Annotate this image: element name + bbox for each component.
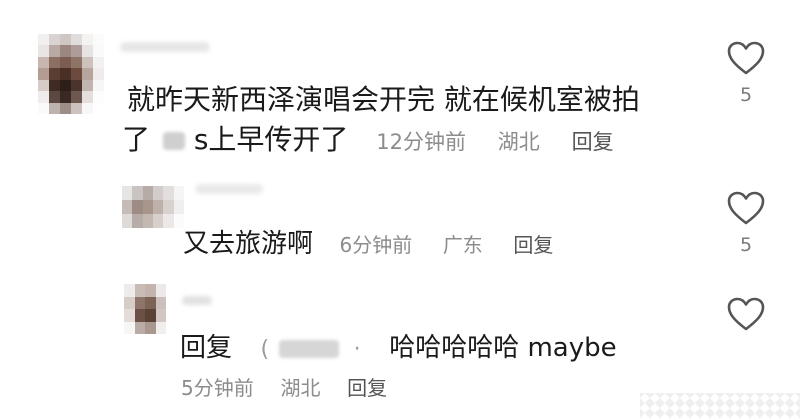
avatar[interactable] (124, 284, 166, 334)
reply-text: 又去旅游啊 (183, 229, 314, 259)
comment-location: 湖北 (497, 130, 540, 154)
comment-time: 12分钟前 (376, 130, 466, 154)
reply-comment: 又去旅游啊 6分钟前 广东 回复 (183, 226, 553, 263)
comment-line-1: 就昨天新西泽演唱会开完 就在候机室被拍 (127, 83, 640, 116)
heart-outline-icon (727, 191, 765, 225)
username-redacted[interactable] (120, 42, 210, 52)
comment-text-line-2: 了 s上早传开了 12分钟前 湖北 回复 (122, 120, 614, 162)
reply-button[interactable]: 回复 (513, 233, 553, 257)
like-count: 5 (739, 84, 753, 106)
like-button[interactable]: 5 (724, 190, 768, 256)
reply-button[interactable]: 回复 (572, 130, 614, 154)
comment-location: 广东 (442, 233, 483, 257)
comment-section: 就昨天新西泽演唱会开完 就在候机室被拍 了 s上早传开了 12分钟前 湖北 回复… (0, 0, 800, 419)
username-redacted[interactable] (195, 184, 263, 194)
reply-text: 哈哈哈哈哈 maybe (389, 333, 617, 363)
avatar[interactable] (122, 186, 184, 228)
username-redacted[interactable] (182, 296, 212, 305)
comment-line-2-suffix: s上早传开了 (193, 123, 349, 156)
reply-prefix: 回复 (180, 333, 233, 363)
like-count: 5 (739, 234, 753, 256)
heart-outline-icon (727, 297, 765, 331)
comment-location: 湖北 (280, 376, 321, 400)
comment-time: 6分钟前 (339, 233, 413, 257)
reply-button[interactable]: 回复 (347, 376, 387, 400)
heart-outline-icon (727, 41, 765, 75)
mention-separator: · (353, 337, 361, 362)
avatar[interactable] (38, 34, 104, 114)
like-button[interactable]: 5 (724, 40, 768, 106)
comment-time: 5分钟前 (181, 376, 254, 400)
redacted-mention[interactable] (279, 339, 340, 358)
like-button[interactable] (724, 296, 768, 332)
comment-meta: 5分钟前 湖北 回复 (181, 372, 387, 401)
comment-line-2-prefix: 了 (122, 123, 151, 156)
comment-text: 就昨天新西泽演唱会开完 就在候机室被拍 (127, 80, 640, 120)
redacted-text (162, 132, 185, 150)
watermark (640, 393, 800, 419)
reply-comment: 回复 ( · 哈哈哈哈哈 maybe (180, 330, 617, 368)
mention-paren: ( (260, 337, 270, 362)
